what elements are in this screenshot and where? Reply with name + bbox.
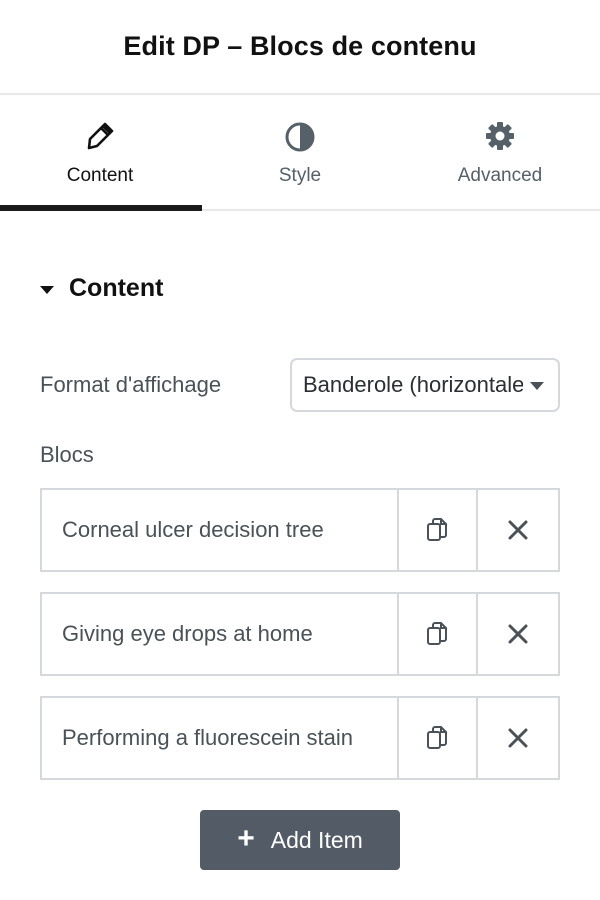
- section-toggle-content[interactable]: Content: [40, 274, 163, 303]
- repeater-item-title[interactable]: Corneal ulcer decision tree: [42, 490, 399, 570]
- tab-content[interactable]: Content: [0, 95, 200, 209]
- copy-icon: [427, 622, 448, 645]
- format-select-value: Banderole (horizontale): [303, 372, 523, 397]
- remove-button[interactable]: [478, 490, 558, 570]
- chevron-down-icon: [530, 382, 544, 390]
- repeater-item: Performing a fluorescein stain: [40, 696, 560, 780]
- editor-panel: Edit DP – Blocs de contenu Content Style: [0, 0, 600, 900]
- repeater-item: Giving eye drops at home: [40, 592, 560, 676]
- tab-advanced-label: Advanced: [457, 165, 543, 186]
- close-icon: [508, 520, 528, 540]
- add-item-button[interactable]: + Add Item: [200, 810, 400, 870]
- format-select[interactable]: Banderole (horizontale): [290, 358, 560, 412]
- repeater-item-title[interactable]: Performing a fluorescein stain: [42, 698, 399, 778]
- add-item-label: Add Item: [270, 826, 363, 853]
- remove-button[interactable]: [478, 698, 558, 778]
- copy-icon: [427, 518, 448, 541]
- format-label: Format d'affichage: [40, 372, 222, 397]
- tab-style-label: Style: [278, 165, 322, 186]
- repeater-item-title[interactable]: Giving eye drops at home: [42, 594, 399, 674]
- blocs-label: Blocs: [40, 442, 94, 467]
- tab-advanced[interactable]: Advanced: [400, 95, 600, 209]
- caret-down-icon: [40, 285, 54, 294]
- duplicate-button[interactable]: [399, 490, 479, 570]
- close-icon: [508, 728, 528, 748]
- close-icon: [508, 624, 528, 644]
- panel-header: Edit DP – Blocs de contenu: [0, 0, 600, 95]
- section-title: Content: [69, 274, 164, 302]
- pencil-icon: [0, 121, 200, 151]
- gear-icon: [400, 121, 600, 151]
- copy-icon: [427, 726, 448, 749]
- repeater-item: Corneal ulcer decision tree: [40, 488, 560, 572]
- duplicate-button[interactable]: [399, 594, 479, 674]
- plus-icon: +: [237, 821, 255, 855]
- active-tab-indicator: [0, 205, 202, 211]
- duplicate-button[interactable]: [399, 698, 479, 778]
- tab-style[interactable]: Style: [200, 95, 400, 209]
- tab-content-label: Content: [66, 165, 134, 186]
- half-circle-icon: [200, 121, 400, 153]
- remove-button[interactable]: [478, 594, 558, 674]
- page-title: Edit DP – Blocs de contenu: [123, 31, 477, 61]
- tab-bar: Content Style Advanced: [0, 95, 600, 211]
